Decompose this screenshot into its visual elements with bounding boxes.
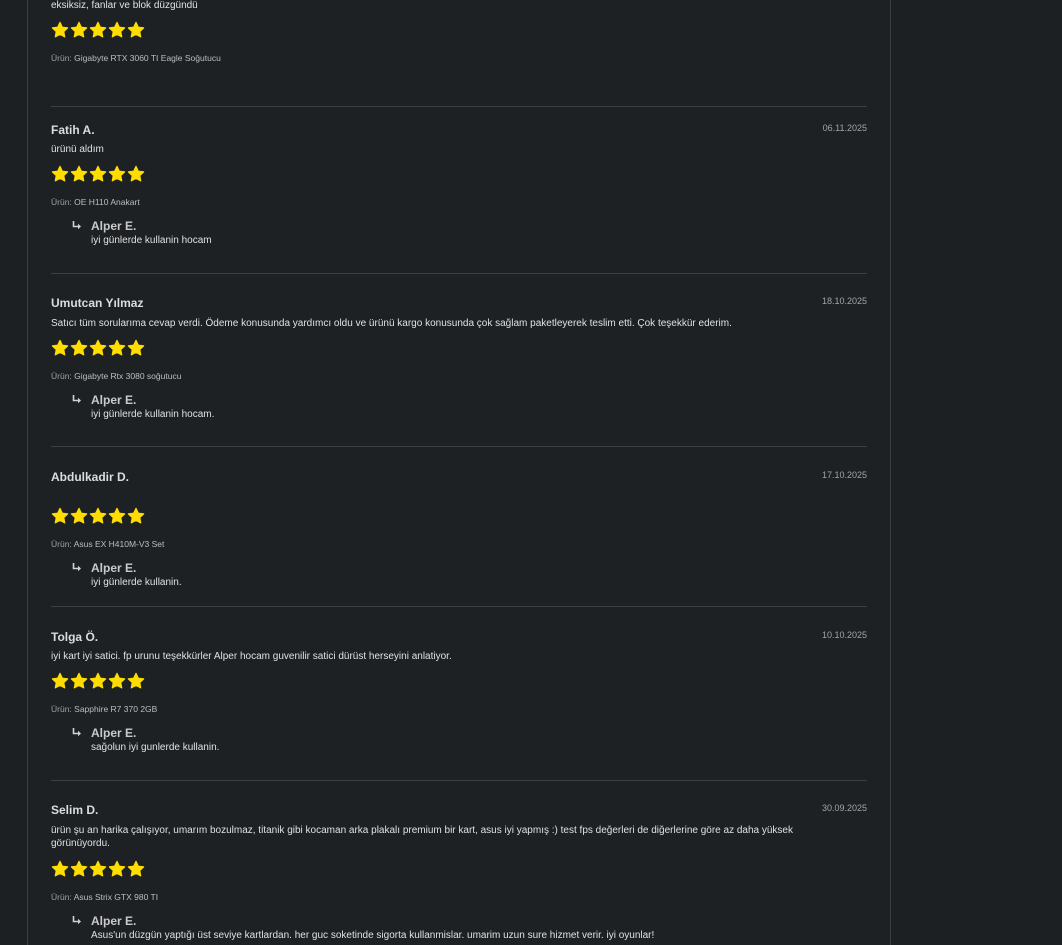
review-product: Ürün: Gigabyte RTX 3060 TI Eagle Soğutuc… [51, 53, 221, 63]
product-prefix: Ürün: [51, 197, 75, 207]
reply-text: sağolun iyi gunlerde kullanin. [91, 742, 220, 753]
star-icon [51, 860, 69, 877]
review-author: Fatih A. [51, 123, 95, 137]
review-divider [51, 606, 867, 607]
star-icon [127, 339, 145, 356]
review-product: Ürün: Asus EX H410M-V3 Set [51, 539, 164, 549]
review-comment: ürünü aldım [51, 144, 104, 155]
star-icon [127, 860, 145, 877]
review-comment: iyi kart iyi satici. fp urunu teşekkürle… [51, 651, 452, 662]
star-icon [89, 507, 107, 524]
reviews-panel: Emin Emre G.eksiksiz, fanlar ve blok düz… [27, 0, 891, 945]
reviews-page: Emin Emre G.eksiksiz, fanlar ve blok düz… [0, 0, 1062, 945]
star-icon [51, 165, 69, 182]
review-date: 06.11.2025 [822, 123, 867, 133]
reply-arrow-icon [72, 563, 81, 572]
star-icon [89, 672, 107, 689]
star-rating [51, 339, 145, 357]
star-icon [70, 165, 88, 182]
review-comment: eksiksiz, fanlar ve blok düzgündü [51, 0, 198, 11]
star-icon [51, 21, 69, 38]
review-author: Abdulkadir D. [51, 470, 130, 484]
product-prefix: Ürün: [51, 704, 75, 714]
star-rating [51, 507, 145, 525]
review-author: Umutcan Yılmaz [51, 296, 144, 310]
product-prefix: Ürün: [51, 539, 74, 549]
reply-text: iyi günlerde kullanin hocam. [91, 409, 215, 420]
product-prefix: Ürün: [51, 892, 74, 902]
review-date: 17.10.2025 [821, 470, 867, 480]
reply-author: Alper E. [91, 726, 137, 740]
reply-author: Alper E. [91, 219, 137, 233]
product-prefix: Ürün: [51, 53, 75, 63]
star-icon [89, 21, 107, 38]
star-icon [108, 165, 126, 182]
product-name: Gigabyte RTX 3060 TI Eagle Soğutucu [74, 53, 221, 63]
review-product: Ürün: Asus Strix GTX 980 TI [51, 892, 158, 902]
review-divider [51, 106, 867, 107]
review-comment: Satıcı tüm sorularıma cevap verdi. Ödeme… [51, 318, 732, 329]
product-name: Sapphire R7 370 2GB [74, 704, 158, 714]
review-divider [51, 273, 867, 274]
product-name: OE H110 Anakart [74, 197, 140, 207]
review-product: Ürün: Gigabyte Rtx 3080 soğutucu [51, 371, 181, 381]
review-date: 18.10.2025 [821, 296, 867, 306]
star-icon [51, 339, 69, 356]
star-rating [51, 21, 145, 39]
review-date: 30.09.2025 [821, 803, 867, 813]
reply-text: iyi günlerde kullanin hocam [91, 235, 212, 246]
star-icon [108, 507, 126, 524]
star-icon [89, 339, 107, 356]
star-icon [127, 507, 145, 524]
star-rating [51, 165, 145, 183]
reply-text: Asus'un düzgün yaptığı üst seviye kartla… [91, 930, 655, 941]
star-icon [70, 672, 88, 689]
product-name: Asus Strix GTX 980 TI [73, 892, 159, 902]
reply-author: Alper E. [91, 914, 137, 928]
star-icon [70, 339, 88, 356]
reply-author: Alper E. [91, 561, 137, 575]
star-icon [108, 339, 126, 356]
review-date: 10.10.2025 [821, 630, 867, 640]
star-icon [127, 672, 145, 689]
review-comment: ürün şu an harika çalışıyor, umarım bozu… [51, 825, 793, 849]
reply-text: iyi günlerde kullanin. [91, 577, 182, 588]
star-icon [108, 672, 126, 689]
star-icon [70, 860, 88, 877]
star-icon [127, 165, 145, 182]
star-icon [127, 21, 145, 38]
star-icon [70, 21, 88, 38]
review-author: Selim D. [51, 803, 99, 817]
star-rating [51, 672, 145, 690]
star-icon [108, 21, 126, 38]
review-divider [51, 446, 867, 447]
review-divider [51, 780, 867, 781]
star-icon [51, 507, 69, 524]
product-name: Asus EX H410M-V3 Set [73, 539, 165, 549]
reply-arrow-icon [72, 916, 81, 925]
reply-arrow-icon [72, 221, 81, 230]
review-author: Tolga Ö. [51, 630, 99, 644]
review-product: Ürün: Sapphire R7 370 2GB [51, 704, 157, 714]
star-icon [51, 672, 69, 689]
reply-author: Alper E. [91, 393, 137, 407]
star-icon [108, 860, 126, 877]
product-prefix: Ürün: [51, 371, 75, 381]
product-name: Gigabyte Rtx 3080 soğutucu [74, 371, 182, 381]
star-icon [89, 860, 107, 877]
reply-arrow-icon [72, 395, 81, 404]
star-icon [70, 507, 88, 524]
reply-arrow-icon [72, 728, 81, 737]
review-product: Ürün: OE H110 Anakart [51, 197, 140, 207]
star-icon [89, 165, 107, 182]
star-rating [51, 860, 145, 878]
